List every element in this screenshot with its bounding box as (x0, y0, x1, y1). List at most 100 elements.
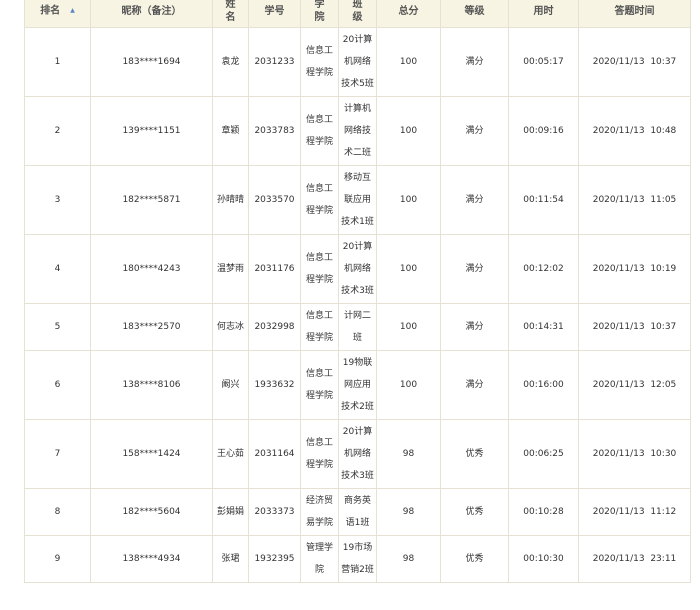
cell-submit-time: 2020/11/13 10:48 (578, 96, 691, 166)
cell-duration: 00:09:16 (508, 96, 579, 166)
cell-score: 100 (376, 234, 441, 304)
cell-grade: 满分 (440, 165, 509, 235)
cell-student-id: 2031233 (248, 27, 301, 97)
cell-college: 信息工程学院 (300, 303, 339, 351)
cell-submit-time: 2020/11/13 11:12 (578, 488, 691, 536)
table-row: 6 138****8106 阚兴 1933632 信息工程学院 19物联网应用技… (24, 350, 691, 420)
header-grade[interactable]: 等级 (440, 0, 509, 28)
left-gutter (0, 0, 24, 610)
cell-class: 计算机网络技术二班 (338, 96, 377, 166)
cell-name: 何志冰 (212, 303, 249, 351)
cell-duration: 00:10:30 (508, 535, 579, 583)
cell-submit-time: 2020/11/13 10:19 (578, 234, 691, 304)
cell-class: 20计算机网络技术3班 (338, 419, 377, 489)
cell-nickname: 138****8106 (90, 350, 213, 420)
table-row: 2 139****1151 章颖 2033783 信息工程学院 计算机网络技术二… (24, 96, 691, 166)
cell-rank: 4 (24, 234, 91, 304)
header-rank-label: 排名 (40, 5, 61, 17)
cell-score: 98 (376, 488, 441, 536)
cell-duration: 00:10:28 (508, 488, 579, 536)
cell-college: 经济贸易学院 (300, 488, 339, 536)
cell-college: 信息工程学院 (300, 96, 339, 166)
cell-duration: 00:16:00 (508, 350, 579, 420)
ranking-table: 排名 ▲ 昵称（备注） 姓 名 学号 学 院 班 级 总分 等级 用时 答题时间 … (24, 0, 691, 583)
cell-student-id: 2032998 (248, 303, 301, 351)
cell-class: 19市场营销2班 (338, 535, 377, 583)
cell-submit-time: 2020/11/13 10:37 (578, 27, 691, 97)
cell-nickname: 182****5604 (90, 488, 213, 536)
table-row: 1 183****1694 袁龙 2031233 信息工程学院 20计算机网络技… (24, 27, 691, 97)
cell-student-id: 2033570 (248, 165, 301, 235)
cell-student-id: 1933632 (248, 350, 301, 420)
cell-rank: 5 (24, 303, 91, 351)
cell-student-id: 2033373 (248, 488, 301, 536)
cell-college: 信息工程学院 (300, 27, 339, 97)
cell-submit-time: 2020/11/13 11:05 (578, 165, 691, 235)
cell-submit-time: 2020/11/13 10:37 (578, 303, 691, 351)
header-class[interactable]: 班 级 (338, 0, 377, 28)
cell-rank: 3 (24, 165, 91, 235)
table-row: 8 182****5604 彭娟娟 2033373 经济贸易学院 商务英语1班 … (24, 488, 691, 536)
cell-class: 19物联网应用技术2班 (338, 350, 377, 420)
cell-class: 商务英语1班 (338, 488, 377, 536)
cell-grade: 满分 (440, 350, 509, 420)
cell-score: 98 (376, 419, 441, 489)
cell-score: 100 (376, 96, 441, 166)
cell-score: 100 (376, 165, 441, 235)
cell-student-id: 2033783 (248, 96, 301, 166)
cell-student-id: 2031164 (248, 419, 301, 489)
cell-college: 信息工程学院 (300, 165, 339, 235)
cell-nickname: 183****1694 (90, 27, 213, 97)
cell-rank: 6 (24, 350, 91, 420)
cell-name: 章颖 (212, 96, 249, 166)
header-rank[interactable]: 排名 ▲ (24, 0, 91, 28)
cell-name: 孙晴晴 (212, 165, 249, 235)
sort-up-icon[interactable]: ▲ (70, 7, 75, 14)
cell-score: 100 (376, 350, 441, 420)
cell-name: 袁龙 (212, 27, 249, 97)
header-score[interactable]: 总分 (376, 0, 441, 28)
cell-college: 信息工程学院 (300, 350, 339, 420)
cell-class: 移动互联应用技术1班 (338, 165, 377, 235)
cell-submit-time: 2020/11/13 12:05 (578, 350, 691, 420)
header-name[interactable]: 姓 名 (212, 0, 249, 28)
cell-rank: 8 (24, 488, 91, 536)
cell-name: 阚兴 (212, 350, 249, 420)
cell-duration: 00:12:02 (508, 234, 579, 304)
cell-class: 20计算机网络技术5班 (338, 27, 377, 97)
cell-nickname: 180****4243 (90, 234, 213, 304)
cell-duration: 00:05:17 (508, 27, 579, 97)
table-row: 3 182****5871 孙晴晴 2033570 信息工程学院 移动互联应用技… (24, 165, 691, 235)
cell-rank: 7 (24, 419, 91, 489)
cell-college: 管理学院 (300, 535, 339, 583)
cell-grade: 满分 (440, 234, 509, 304)
cell-nickname: 183****2570 (90, 303, 213, 351)
cell-duration: 00:14:31 (508, 303, 579, 351)
cell-nickname: 138****4934 (90, 535, 213, 583)
header-duration[interactable]: 用时 (508, 0, 579, 28)
cell-submit-time: 2020/11/13 10:30 (578, 419, 691, 489)
header-submit-time[interactable]: 答题时间 (578, 0, 691, 28)
table-row: 7 158****1424 王心茹 2031164 信息工程学院 20计算机网络… (24, 419, 691, 489)
header-nickname[interactable]: 昵称（备注） (90, 0, 213, 28)
cell-name: 彭娟娟 (212, 488, 249, 536)
cell-student-id: 1932395 (248, 535, 301, 583)
cell-college: 信息工程学院 (300, 419, 339, 489)
cell-duration: 00:06:25 (508, 419, 579, 489)
cell-nickname: 139****1151 (90, 96, 213, 166)
cell-class: 20计算机网络技术3班 (338, 234, 377, 304)
cell-college: 信息工程学院 (300, 234, 339, 304)
cell-name: 温梦雨 (212, 234, 249, 304)
header-college[interactable]: 学 院 (300, 0, 339, 28)
table-row: 5 183****2570 何志冰 2032998 信息工程学院 计网二班 10… (24, 303, 691, 351)
cell-rank: 1 (24, 27, 91, 97)
cell-score: 100 (376, 27, 441, 97)
table-row: 4 180****4243 温梦雨 2031176 信息工程学院 20计算机网络… (24, 234, 691, 304)
header-student-id[interactable]: 学号 (248, 0, 301, 28)
cell-submit-time: 2020/11/13 23:11 (578, 535, 691, 583)
cell-duration: 00:11:54 (508, 165, 579, 235)
table-header-row: 排名 ▲ 昵称（备注） 姓 名 学号 学 院 班 级 总分 等级 用时 答题时间 (24, 0, 691, 28)
cell-score: 98 (376, 535, 441, 583)
cell-grade: 满分 (440, 303, 509, 351)
cell-grade: 优秀 (440, 488, 509, 536)
